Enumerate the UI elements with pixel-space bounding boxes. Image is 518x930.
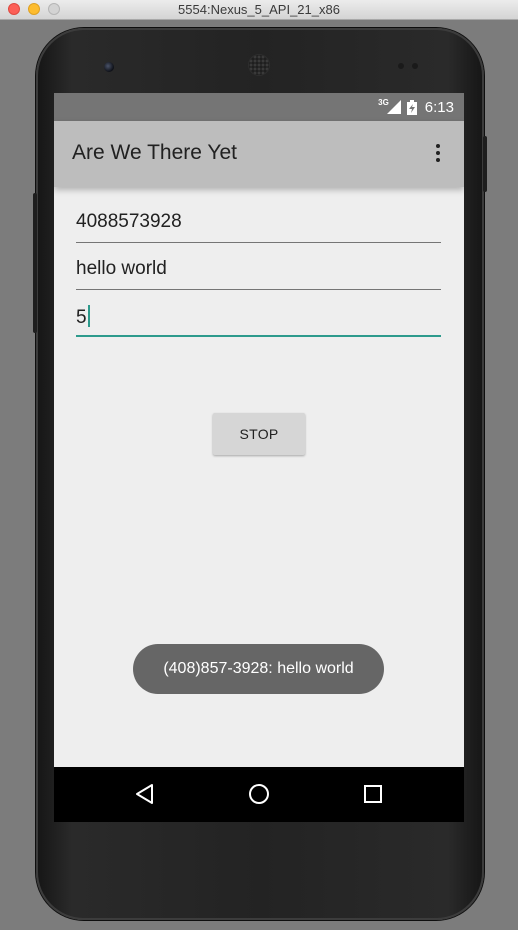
text-cursor — [87, 305, 90, 327]
navigation-bar — [54, 767, 464, 822]
earpiece-speaker — [249, 55, 269, 75]
window-title-bar: 5554:Nexus_5_API_21_x86 — [0, 0, 518, 20]
phone-number-field[interactable]: 4088573928 — [76, 205, 441, 243]
interval-value: 5 — [76, 307, 87, 328]
message-value: hello world — [76, 258, 167, 279]
more-vert-icon[interactable] — [426, 141, 450, 165]
light-sensor — [412, 63, 418, 69]
network-type-label: 3G — [378, 97, 389, 107]
toast-message: (408)857-3928: hello world — [133, 644, 384, 694]
recents-icon[interactable] — [360, 781, 386, 807]
status-bar: 3G 6:13 — [54, 93, 464, 121]
stop-button[interactable]: STOP — [213, 413, 305, 455]
volume-rocker[interactable] — [33, 193, 37, 333]
home-icon[interactable] — [246, 781, 272, 807]
signal-icon — [386, 100, 401, 114]
proximity-sensor — [398, 63, 404, 69]
window-title: 5554:Nexus_5_API_21_x86 — [178, 2, 340, 17]
front-camera — [104, 62, 114, 72]
power-button[interactable] — [483, 136, 487, 192]
device-screen: 3G 6:13 Are We There Yet 4088573928 hell… — [54, 93, 464, 822]
battery-icon — [406, 99, 417, 115]
back-icon[interactable] — [132, 781, 158, 807]
app-bar: Are We There Yet — [54, 121, 464, 187]
interval-field[interactable]: 5 — [76, 299, 441, 337]
app-title: Are We There Yet — [72, 141, 237, 164]
phone-number-value: 4088573928 — [76, 211, 182, 232]
message-field[interactable]: hello world — [76, 252, 441, 290]
status-clock: 6:13 — [424, 98, 454, 116]
